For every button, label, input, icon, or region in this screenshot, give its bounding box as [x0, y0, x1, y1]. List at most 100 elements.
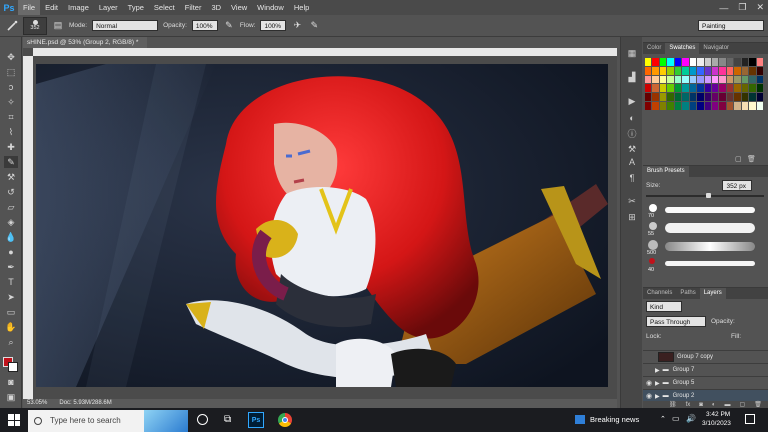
- swatch[interactable]: [697, 84, 704, 93]
- swatch[interactable]: [682, 66, 689, 75]
- swatch[interactable]: [756, 93, 763, 102]
- swatch[interactable]: [756, 66, 763, 75]
- blur-tool-icon[interactable]: 💧: [4, 231, 18, 243]
- swatch[interactable]: [749, 75, 756, 84]
- swatch[interactable]: [652, 84, 659, 93]
- swatch[interactable]: [756, 84, 763, 93]
- swatch[interactable]: [689, 102, 697, 110]
- tab-swatches[interactable]: Swatches: [665, 43, 700, 54]
- hand-tool-icon[interactable]: ✋: [4, 321, 18, 333]
- brush-preset-picker[interactable]: 352: [23, 16, 47, 35]
- swatch[interactable]: [749, 102, 756, 110]
- blend-mode-select[interactable]: Pass Through: [646, 316, 706, 327]
- swatch[interactable]: [711, 66, 719, 75]
- swatch[interactable]: [726, 84, 734, 93]
- swatch[interactable]: [682, 102, 689, 110]
- brush-size-slider-handle[interactable]: [706, 193, 711, 198]
- expand-group-icon[interactable]: ▶: [655, 367, 660, 374]
- menu-file[interactable]: File: [18, 0, 41, 15]
- swatch[interactable]: [749, 58, 756, 66]
- ruler-vertical[interactable]: [23, 56, 33, 399]
- layer-row[interactable]: Group 7 copy: [643, 350, 768, 363]
- brush-preset-item[interactable]: 500: [645, 240, 765, 256]
- menu-3d[interactable]: 3D: [206, 0, 226, 15]
- quick-select-tool-icon[interactable]: ✧: [4, 96, 18, 108]
- dodge-tool-icon[interactable]: ●: [4, 246, 18, 258]
- paint-bucket-tool-icon[interactable]: ◈: [4, 216, 18, 228]
- swatch[interactable]: [689, 93, 697, 102]
- tab-color[interactable]: Color: [643, 43, 665, 54]
- chrome-taskbar-icon[interactable]: [278, 413, 292, 427]
- brush-tool-icon[interactable]: ✎: [4, 156, 18, 168]
- eraser-tool-icon[interactable]: ▱: [4, 201, 18, 213]
- swatch[interactable]: [697, 102, 704, 110]
- swatch[interactable]: [756, 102, 763, 110]
- swatch[interactable]: [689, 84, 697, 93]
- swatch[interactable]: [734, 102, 741, 110]
- swatch[interactable]: [711, 93, 719, 102]
- histogram-panel-icon[interactable]: ▟: [625, 71, 639, 84]
- layer-row[interactable]: ◉ ▶ ▬ Group 5: [643, 376, 768, 389]
- swatch[interactable]: [659, 93, 667, 102]
- swatch[interactable]: [682, 75, 689, 84]
- screen-mode-icon[interactable]: ▣: [4, 391, 18, 403]
- layer-visibility-icon[interactable]: ◉: [643, 379, 655, 387]
- brush-tool-icon[interactable]: [6, 20, 18, 32]
- close-button[interactable]: ✕: [756, 2, 764, 13]
- swatch[interactable]: [652, 66, 659, 75]
- news-icon[interactable]: [575, 415, 585, 424]
- crop-tool-icon[interactable]: ⌗: [4, 111, 18, 123]
- brush-panel-icon[interactable]: ✂: [625, 195, 639, 208]
- document-tab[interactable]: sHINE.psd @ 53% (Group 2, RGB/8) * ×: [23, 37, 147, 57]
- swatch[interactable]: [682, 93, 689, 102]
- swatch[interactable]: [652, 102, 659, 110]
- swatch[interactable]: [734, 66, 741, 75]
- delete-swatch-icon[interactable]: 🗑: [747, 155, 756, 163]
- windows-start-icon[interactable]: [8, 414, 20, 426]
- swatch[interactable]: [689, 66, 697, 75]
- swatch[interactable]: [741, 102, 749, 110]
- swatch[interactable]: [711, 84, 719, 93]
- clock-time[interactable]: 3:42 PM: [706, 411, 730, 418]
- flow-input[interactable]: 100%: [260, 20, 287, 31]
- quick-mask-icon[interactable]: ◙: [4, 376, 18, 388]
- character-panel-icon[interactable]: A: [625, 155, 639, 168]
- swatch[interactable]: [674, 102, 682, 110]
- swatch[interactable]: [756, 58, 763, 66]
- brush-panel-toggle-icon[interactable]: ▤: [52, 20, 64, 32]
- swatch[interactable]: [674, 84, 682, 93]
- swatch[interactable]: [704, 75, 711, 84]
- menu-edit[interactable]: Edit: [40, 0, 63, 15]
- zoom-level[interactable]: 53.05%: [27, 399, 47, 408]
- swatch[interactable]: [726, 102, 734, 110]
- swatch[interactable]: [645, 102, 652, 110]
- swatch[interactable]: [749, 84, 756, 93]
- swatch[interactable]: [667, 75, 674, 84]
- eyedropper-tool-icon[interactable]: ⌇: [4, 126, 18, 138]
- brush-size-slider[interactable]: [646, 193, 764, 198]
- layer-row[interactable]: ▶ ▬ Group 7: [643, 363, 768, 376]
- swatch[interactable]: [719, 102, 726, 110]
- swatch[interactable]: [711, 75, 719, 84]
- clock-date[interactable]: 3/10/2023: [702, 420, 731, 427]
- menu-image[interactable]: Image: [63, 0, 94, 15]
- opacity-input[interactable]: 100%: [191, 20, 218, 31]
- tab-channels[interactable]: Channels: [643, 288, 676, 299]
- actions-panel-icon[interactable]: ▶: [625, 95, 639, 108]
- brush-preset-item[interactable]: 55: [645, 222, 765, 238]
- swatch[interactable]: [659, 75, 667, 84]
- menu-view[interactable]: View: [226, 0, 252, 15]
- swatch[interactable]: [734, 84, 741, 93]
- taskbar-search-input[interactable]: Type here to search: [28, 410, 188, 432]
- swatch[interactable]: [711, 102, 719, 110]
- document-size-info[interactable]: Doc: 5.93M/288.6M: [59, 399, 111, 408]
- swatch[interactable]: [726, 93, 734, 102]
- ruler-horizontal[interactable]: [33, 48, 617, 56]
- swatch[interactable]: [697, 66, 704, 75]
- swatch[interactable]: [645, 66, 652, 75]
- swatch[interactable]: [719, 58, 726, 66]
- swatch[interactable]: [667, 58, 674, 66]
- swatch[interactable]: [734, 58, 741, 66]
- lasso-tool-icon[interactable]: ↄ: [4, 81, 18, 93]
- swatch[interactable]: [674, 66, 682, 75]
